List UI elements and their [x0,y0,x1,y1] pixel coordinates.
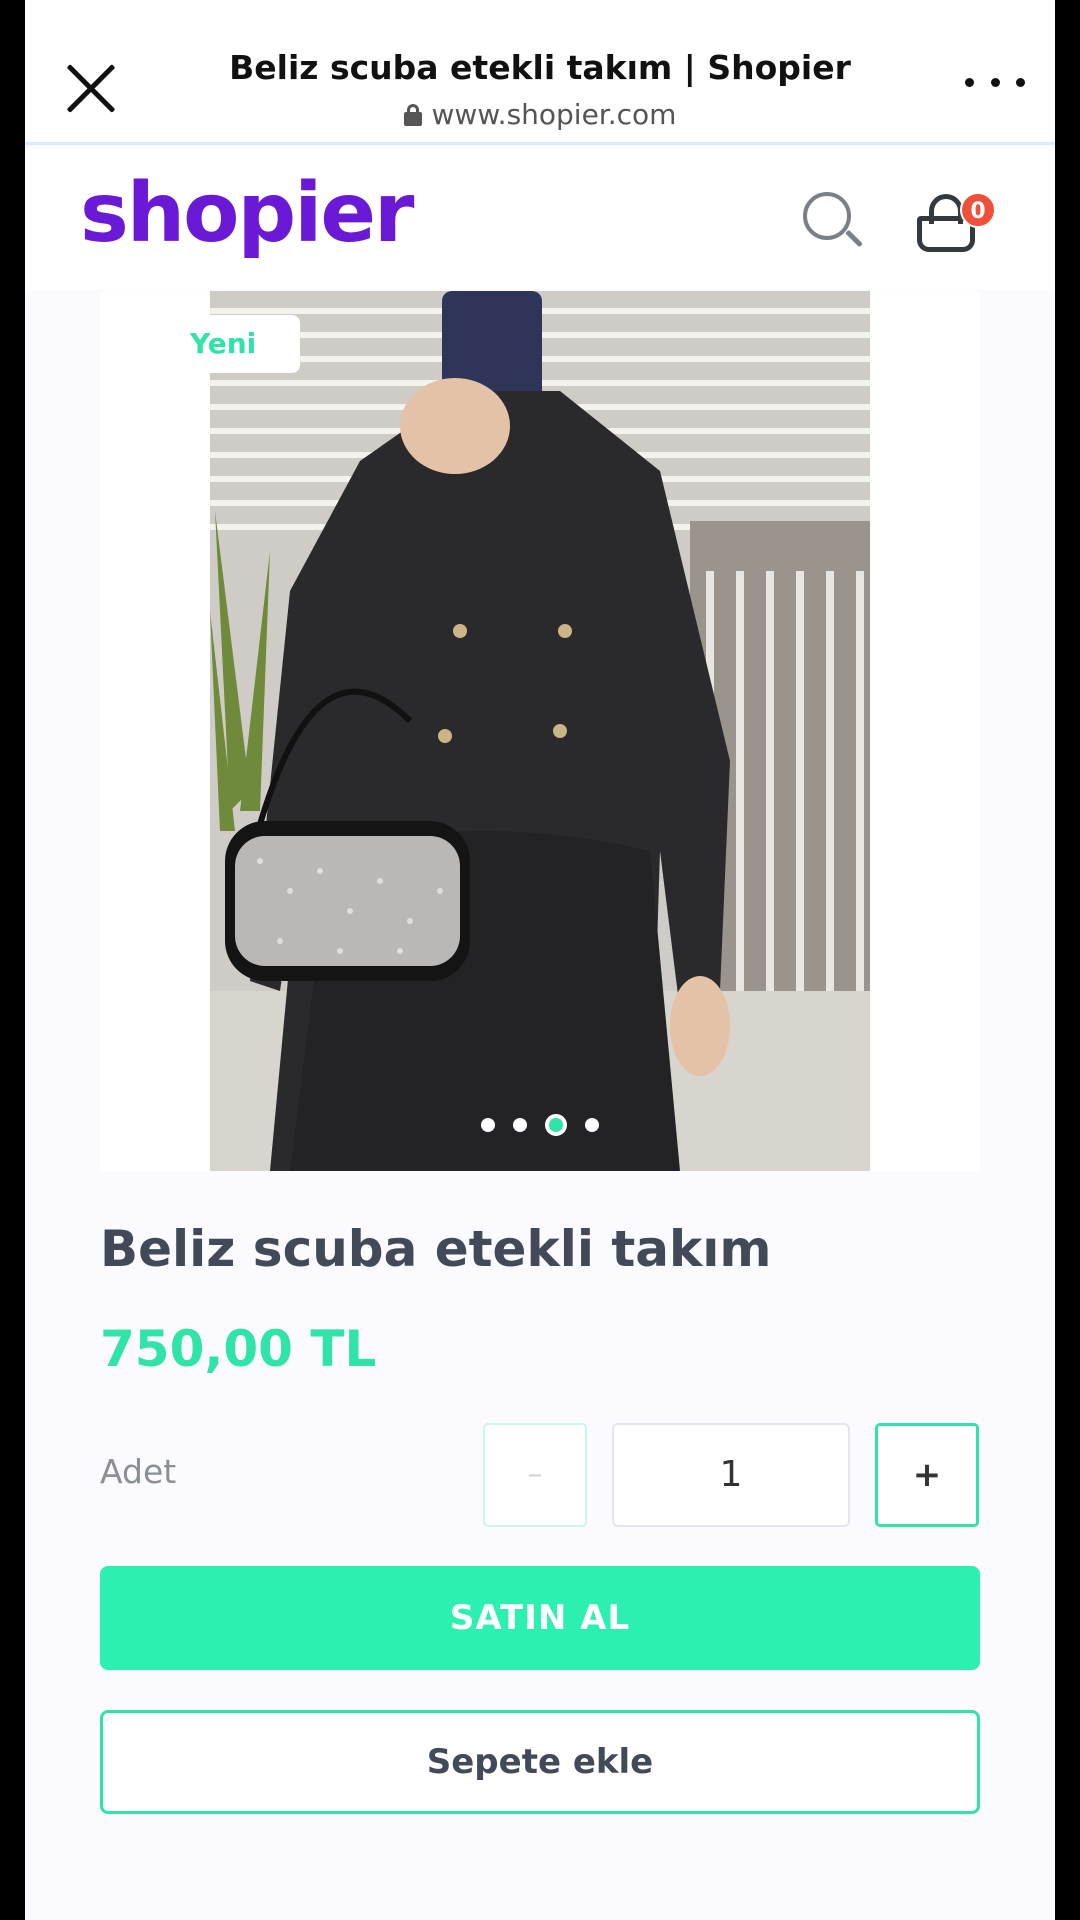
product-name: Beliz scuba etekli takım [100,1220,772,1278]
close-icon[interactable] [63,60,119,116]
url-text: www.shopier.com [431,98,677,131]
buy-now-button[interactable]: SATIN AL [100,1566,980,1670]
cart-count-badge: 0 [960,192,996,228]
page-title: Beliz scuba etekli takım | Shopier [229,48,851,87]
product-photo[interactable] [210,291,870,1171]
quantity-increase-button[interactable]: + [875,1423,979,1527]
quantity-label: Adet [100,1452,177,1491]
url-row: www.shopier.com [145,98,935,131]
cart-button[interactable]: 0 [915,184,996,264]
app-frame: Beliz scuba etekli takım | Shopier www.s… [25,0,1055,1920]
site-header: shopier 0 [25,148,1055,290]
add-to-cart-button[interactable]: Sepete ekle [100,1710,980,1814]
new-badge: Yeni [130,315,300,373]
quantity-input[interactable]: 1 [612,1423,850,1527]
gallery-pagination [100,1114,980,1136]
gallery-dot[interactable] [481,1118,495,1132]
search-icon[interactable] [801,190,863,252]
more-options-icon[interactable] [965,78,1025,94]
gallery-dot[interactable] [513,1118,527,1132]
lock-icon [403,104,422,126]
product-price: 750,00 TL [100,1320,377,1378]
shopier-logo[interactable]: shopier [80,166,414,261]
gallery-dot[interactable] [585,1118,599,1132]
browser-bar: Beliz scuba etekli takım | Shopier www.s… [25,0,1055,145]
product-gallery[interactable]: Yeni [100,291,980,1171]
quantity-decrease-button[interactable]: – [483,1423,587,1527]
gallery-dot-active[interactable] [545,1114,567,1136]
